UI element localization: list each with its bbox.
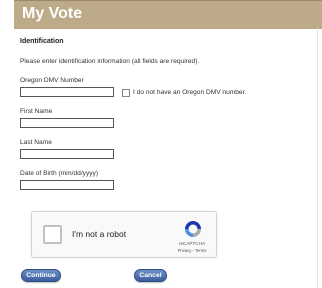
page-header: My Vote (14, 0, 322, 29)
recaptcha-logo-icon (185, 221, 201, 237)
cancel-button[interactable]: Cancel (134, 269, 167, 282)
last-name-input[interactable] (20, 149, 114, 159)
recaptcha-label: I'm not a robot (72, 229, 127, 239)
no-dmv-label: I do not have an Oregon DMV number. (133, 89, 247, 96)
content-divider (317, 28, 318, 288)
page-title: My Vote (22, 5, 83, 22)
recaptcha-terms-link[interactable]: Privacy - Terms (170, 248, 214, 253)
continue-button[interactable]: Continue (21, 269, 61, 282)
dob-input[interactable] (20, 180, 114, 190)
dmv-number-label: Oregon DMV Number (20, 77, 84, 84)
recaptcha-widget: I'm not a robot reCAPTCHA Privacy - Term… (31, 211, 217, 258)
recaptcha-checkbox[interactable] (43, 225, 62, 244)
first-name-label: First Name (20, 108, 53, 115)
section-title: Identification (20, 38, 64, 45)
recaptcha-brand: reCAPTCHA (178, 241, 206, 246)
dob-label: Date of Birth (mm/dd/yyyy) (20, 170, 99, 177)
dmv-number-input[interactable] (20, 87, 114, 97)
no-dmv-checkbox[interactable] (122, 89, 130, 97)
first-name-input[interactable] (20, 118, 114, 128)
last-name-label: Last Name (20, 139, 52, 146)
instructions-text: Please enter identification information … (20, 58, 200, 65)
